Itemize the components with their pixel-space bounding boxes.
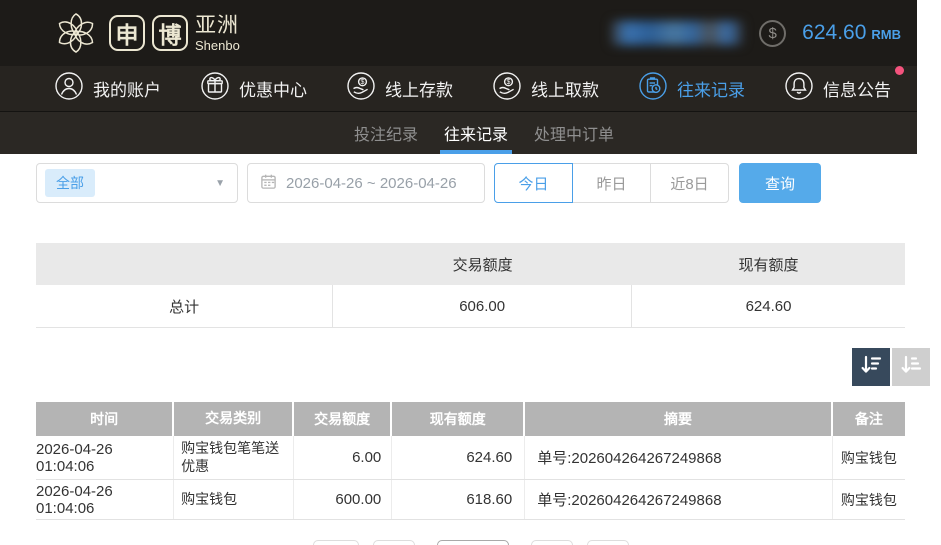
table-row: 2026-04-26 01:04:06 购宝钱包 600.00 618.60 单… xyxy=(36,480,905,520)
summary-total-row: 总计 606.00 624.60 xyxy=(36,285,905,328)
svg-text:$: $ xyxy=(507,79,511,86)
calendar-icon xyxy=(260,173,277,194)
balance-currency: RMB xyxy=(871,27,901,42)
nav-label: 线上取款 xyxy=(531,81,599,100)
cell-summary: 单号:202604264267249868 xyxy=(525,480,833,519)
top-header: 申 博 亚洲 Shenbo $ 624.60 RMB xyxy=(0,0,917,66)
records-clipboard-icon xyxy=(638,71,668,106)
pagination-button[interactable] xyxy=(530,540,573,545)
summary-trade-amount-value: 606.00 xyxy=(333,285,633,327)
last-8-days-button[interactable]: 近8日 xyxy=(650,163,729,203)
nav-item-transaction-records[interactable]: 往来记录 xyxy=(638,71,745,106)
selected-type-chip: 全部 xyxy=(45,169,95,197)
pagination-bar xyxy=(0,540,941,545)
query-button[interactable]: 查询 xyxy=(739,163,821,203)
balance-amount: 624.60 xyxy=(802,21,867,44)
header-time: 时间 xyxy=(36,402,175,436)
nav-label: 线上存款 xyxy=(385,81,453,100)
withdraw-hand-coin-icon: $ xyxy=(492,71,522,106)
date-range-input[interactable]: 2026-04-26 ~ 2026-04-26 xyxy=(247,163,485,203)
logo-char-shen: 申 xyxy=(109,15,145,51)
nav-label: 我的账户 xyxy=(93,81,161,100)
tab-transaction-records[interactable]: 往来记录 xyxy=(440,112,513,154)
cell-balance: 618.60 xyxy=(392,480,526,519)
main-navigation: 我的账户 优惠中心 $ 线上存款 $ 线上取款 往来记录 信息公告 xyxy=(0,66,917,112)
summary-total-label: 总计 xyxy=(36,285,334,327)
cell-time: 2026-04-26 01:04:06 xyxy=(36,480,175,519)
sort-controls xyxy=(0,348,930,386)
summary-balance-value: 624.60 xyxy=(745,297,792,315)
dollar-circle-icon: $ xyxy=(759,19,787,47)
header-balance: 现有额度 xyxy=(392,402,526,436)
cell-amount: 600.00 xyxy=(294,480,393,519)
records-header-row: 时间 交易类别 交易额度 现有额度 摘要 备注 xyxy=(36,402,905,436)
quick-date-button-group: 今日 昨日 近8日 xyxy=(494,163,729,203)
cell-time: 2026-04-26 01:04:06 xyxy=(36,436,175,479)
nav-label: 信息公告 xyxy=(823,81,891,100)
pagination-button[interactable] xyxy=(312,540,359,545)
nav-item-promotions[interactable]: 优惠中心 xyxy=(200,71,307,106)
nav-item-deposit[interactable]: $ 线上存款 xyxy=(346,71,453,106)
gift-icon xyxy=(200,71,230,106)
date-range-value: 2026-04-26 ~ 2026-04-26 xyxy=(286,174,457,192)
yesterday-button[interactable]: 昨日 xyxy=(572,163,651,203)
sort-ascending-icon xyxy=(899,353,923,382)
cell-amount: 6.00 xyxy=(294,436,393,479)
summary-table: 交易额度 现有额度 总计 606.00 624.60 xyxy=(36,243,905,328)
tab-betting-records[interactable]: 投注纪录 xyxy=(350,112,422,154)
site-logo[interactable]: 申 博 亚洲 Shenbo xyxy=(50,7,240,59)
cell-balance: 624.60 xyxy=(392,436,526,479)
summary-header-empty xyxy=(36,243,333,285)
sort-descending-button[interactable] xyxy=(852,348,890,386)
sort-ascending-button[interactable] xyxy=(892,348,930,386)
logo-char-bo: 博 xyxy=(152,15,188,51)
nav-item-announcements[interactable]: 信息公告 xyxy=(784,66,904,106)
filter-toolbar: 全部 ▼ 2026-04-26 ~ 2026-04-26 今日 昨日 近8日 查… xyxy=(36,163,905,203)
nav-item-my-account[interactable]: 我的账户 xyxy=(54,71,161,106)
bell-icon xyxy=(784,71,814,106)
logo-latin-text: Shenbo xyxy=(195,37,240,53)
cell-note: 购宝钱包 xyxy=(840,491,897,508)
chevron-down-icon: ▼ xyxy=(215,177,225,189)
logo-region-text: 亚洲 xyxy=(195,13,239,37)
flower-icon xyxy=(50,7,102,59)
nav-label: 往来记录 xyxy=(677,81,745,100)
cell-note: 购宝钱包 xyxy=(840,449,897,466)
user-icon xyxy=(54,71,84,106)
svg-text:$: $ xyxy=(361,79,365,86)
cell-type: 购宝钱包笔笔送优惠 xyxy=(174,436,295,479)
pagination-button[interactable] xyxy=(372,540,415,545)
table-row: 2026-04-26 01:04:06 购宝钱包笔笔送优惠 6.00 624.6… xyxy=(36,436,905,480)
notification-dot xyxy=(895,66,904,75)
header-amount: 交易额度 xyxy=(294,402,393,436)
username-blurred[interactable] xyxy=(611,21,744,45)
header-summary: 摘要 xyxy=(525,402,833,436)
today-button[interactable]: 今日 xyxy=(494,163,573,203)
header-note: 备注 xyxy=(854,411,883,427)
summary-header-row: 交易额度 现有额度 xyxy=(36,243,905,285)
summary-header-balance: 现有额度 xyxy=(738,256,799,274)
account-balance: 624.60 RMB xyxy=(802,21,901,45)
cell-type: 购宝钱包 xyxy=(174,480,295,519)
summary-header-trade-amount: 交易额度 xyxy=(452,256,513,274)
pagination-button[interactable] xyxy=(586,540,629,545)
cell-summary: 单号:202604264267249868 xyxy=(525,436,833,479)
deposit-hand-coin-icon: $ xyxy=(346,71,376,106)
nav-label: 优惠中心 xyxy=(239,81,307,100)
nav-item-withdraw[interactable]: $ 线上取款 xyxy=(492,71,599,106)
pagination-page-select[interactable] xyxy=(436,540,509,545)
type-select[interactable]: 全部 ▼ xyxy=(36,163,238,203)
sub-tab-bar: 投注纪录 往来记录 处理中订单 xyxy=(0,112,917,154)
sort-descending-icon xyxy=(859,353,883,382)
records-table: 时间 交易类别 交易额度 现有额度 摘要 备注 2026-04-26 01:04… xyxy=(36,402,905,520)
header-type: 交易类别 xyxy=(174,402,295,436)
tab-processing-orders[interactable]: 处理中订单 xyxy=(530,112,618,154)
